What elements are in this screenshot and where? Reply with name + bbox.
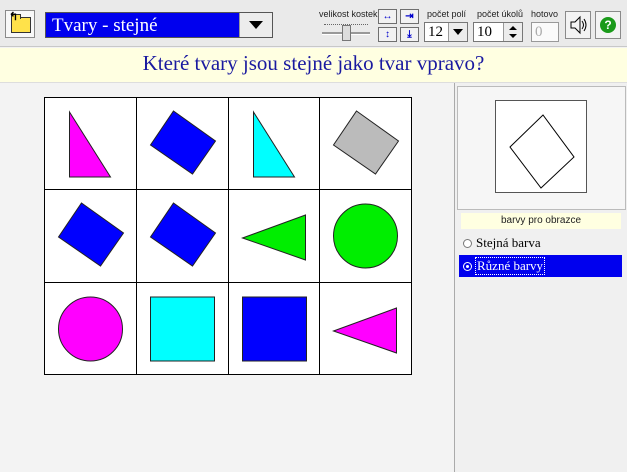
color-section-label: barvy pro obrazce: [461, 213, 621, 229]
diamond-shape: [57, 202, 125, 268]
grid-cell[interactable]: [136, 190, 228, 282]
chevron-down-icon[interactable]: [239, 13, 272, 37]
arrows-vertical-out-icon[interactable]: ↕: [378, 27, 397, 42]
right-triangle-shape: [252, 110, 295, 178]
grid-cell[interactable]: [228, 282, 320, 374]
chevron-down-icon[interactable]: [448, 23, 467, 41]
grid-cell[interactable]: [45, 282, 136, 374]
diamond-shape: [149, 202, 216, 268]
exercise-select[interactable]: Tvary - stejné: [45, 12, 273, 38]
square-shape: [241, 296, 307, 362]
option-same-color-label: Stejná barva: [476, 235, 541, 250]
arrows-horizontal-in-icon[interactable]: ⇥: [400, 9, 419, 24]
speaker-icon: [570, 15, 587, 35]
done-value: 0: [535, 24, 543, 40]
size-label: velikost kostek: [319, 9, 378, 19]
grid-cell[interactable]: [136, 282, 228, 374]
field-count-label: počet polí: [427, 9, 467, 19]
task-count-stepper[interactable]: 10: [473, 22, 523, 42]
grid-cell[interactable]: [320, 98, 411, 190]
field-count-value: 12: [428, 24, 443, 40]
grid-cell[interactable]: [320, 190, 411, 282]
triangle-left-shape: [332, 306, 398, 354]
question-text: Které tvary jsou stejné jako tvar vpravo…: [142, 51, 485, 75]
field-count-select[interactable]: 12: [424, 22, 468, 42]
grid-cell[interactable]: [45, 98, 136, 190]
done-field: 0: [531, 22, 559, 42]
target-shape-box: [495, 100, 587, 193]
grid-cell[interactable]: [228, 190, 320, 282]
grid-cell[interactable]: [45, 190, 136, 282]
help-icon: ?: [600, 17, 616, 33]
sound-button[interactable]: [565, 11, 591, 39]
task-count-label: počet úkolů: [477, 9, 524, 19]
circle-shape: [333, 203, 399, 269]
option-different-colors-label: Různé barvy: [474, 257, 546, 275]
slider-thumb[interactable]: [342, 25, 351, 41]
option-same-color[interactable]: Stejná barva: [459, 232, 622, 254]
arrows-vertical-in-icon[interactable]: ⤓: [400, 27, 419, 42]
grid-cell[interactable]: [320, 282, 411, 374]
radio-same-color[interactable]: [463, 239, 472, 248]
shape-grid: [44, 97, 412, 375]
option-different-colors[interactable]: Různé barvy: [459, 255, 622, 277]
stepper-up-icon[interactable]: [509, 26, 517, 30]
diamond-shape: [333, 110, 400, 175]
size-slider[interactable]: [322, 21, 372, 41]
triangle-left-shape: [240, 214, 306, 262]
square-shape: [149, 296, 215, 362]
stepper-buttons[interactable]: [503, 23, 522, 41]
grid-cell[interactable]: [136, 98, 228, 190]
arrows-horizontal-out-icon[interactable]: ↔: [378, 9, 397, 24]
help-button[interactable]: ?: [595, 11, 621, 39]
task-count-value: 10: [477, 24, 492, 40]
diamond-shape: [149, 110, 216, 175]
right-triangle-shape: [69, 110, 112, 178]
circle-shape: [58, 296, 123, 362]
target-shape: [509, 114, 575, 189]
grid-cell[interactable]: [228, 98, 320, 190]
back-button[interactable]: ↰: [5, 10, 35, 38]
arrow-up-icon: ↰: [9, 11, 19, 23]
exercise-title: Tvary - stejné: [52, 15, 158, 36]
done-label: hotovo: [531, 9, 559, 19]
stepper-down-icon[interactable]: [509, 34, 517, 38]
radio-different-colors[interactable]: [463, 262, 472, 271]
